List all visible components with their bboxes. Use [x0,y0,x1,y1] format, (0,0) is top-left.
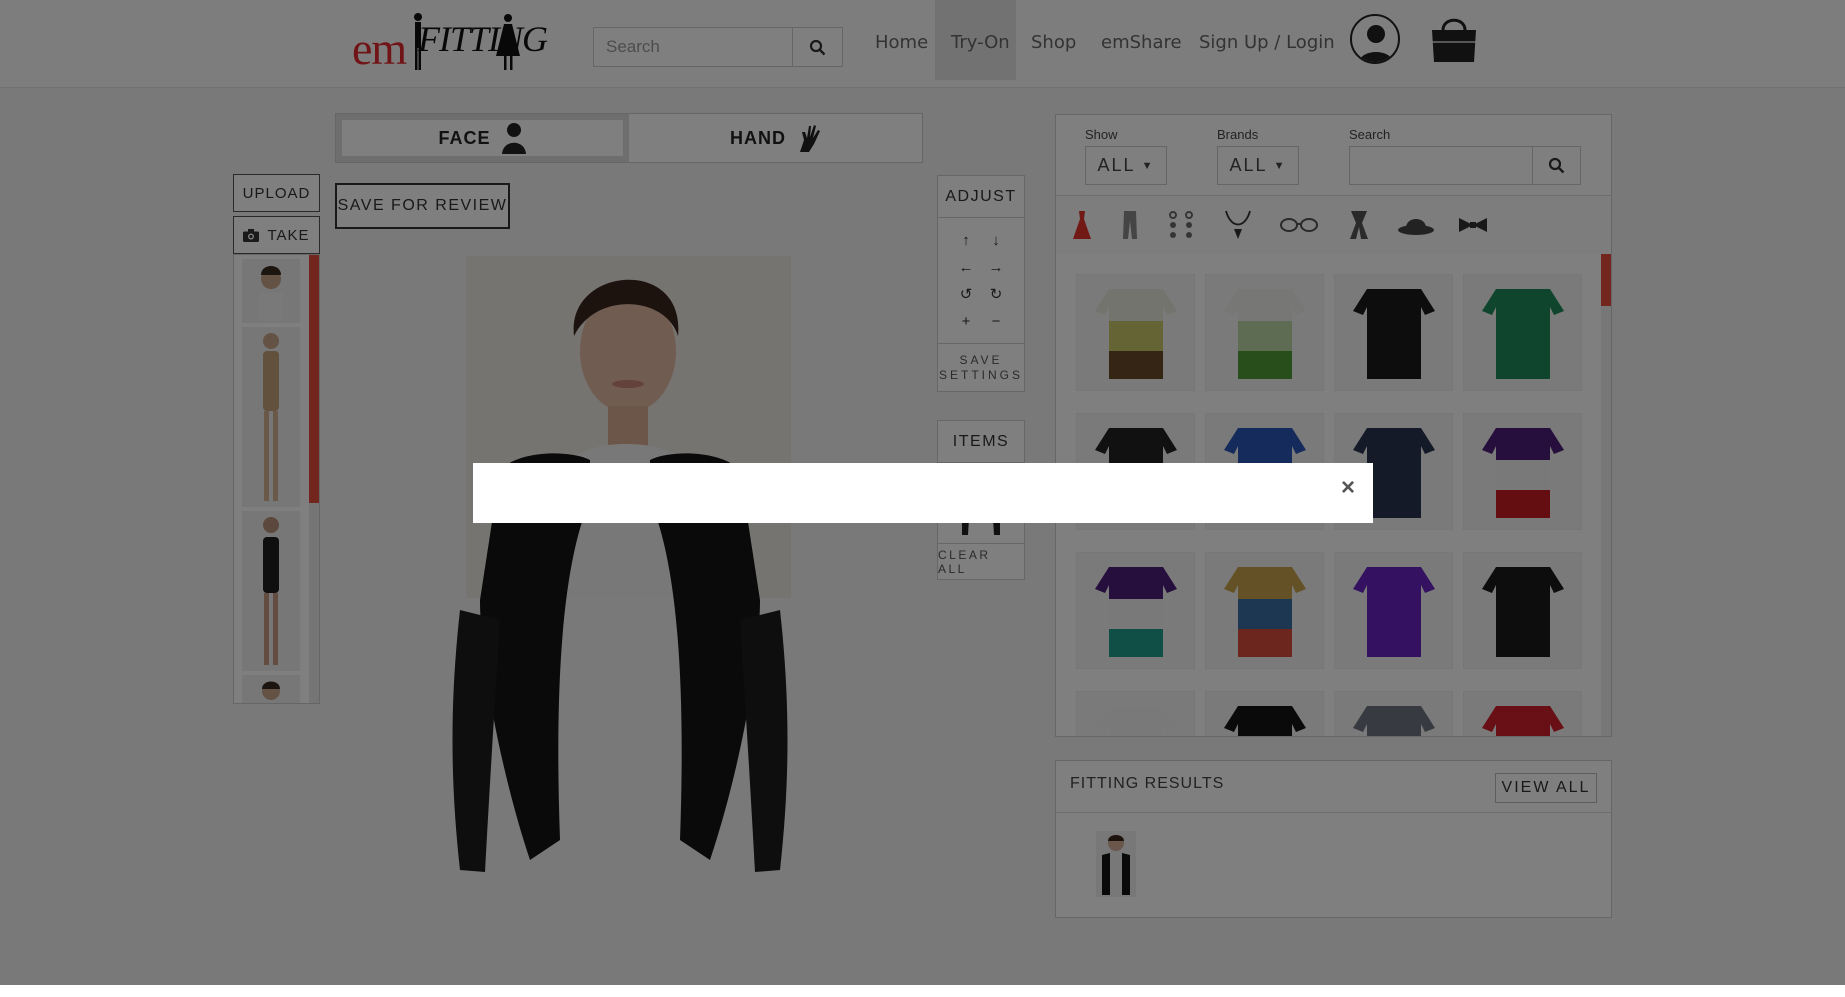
close-icon[interactable]: × [1341,475,1355,501]
page-bottom-strip [0,985,1845,997]
page: em FITTING Home T [0,0,1845,985]
modal-dialog: × [473,463,1373,523]
